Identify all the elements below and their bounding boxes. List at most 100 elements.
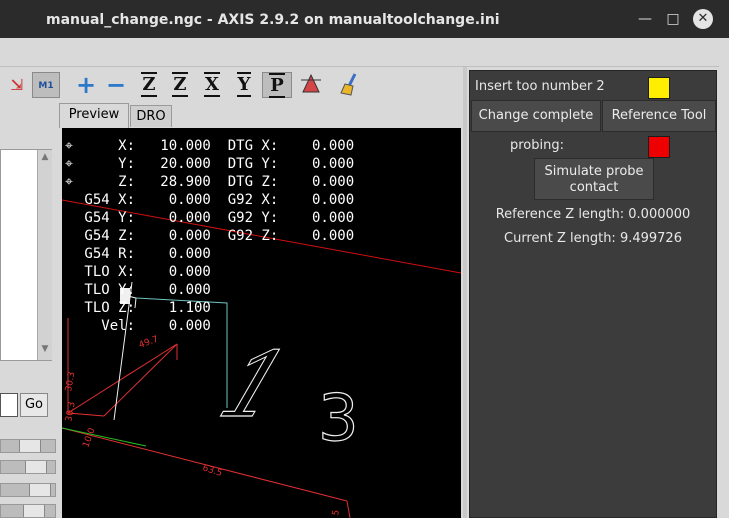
mdi-input[interactable] xyxy=(0,393,18,417)
dro-row: G54 X: 0.000 G92 X: 0.000 xyxy=(62,191,354,209)
view-rotated-z-label: Z xyxy=(172,72,188,97)
reference-tool-button[interactable]: Reference Tool xyxy=(602,100,716,132)
probing-label: probing: xyxy=(510,138,564,153)
clear-backplot-icon[interactable] xyxy=(338,72,364,98)
rapid-override-slider[interactable] xyxy=(0,460,56,474)
dro-row: Vel: 0.000 xyxy=(62,317,354,335)
dro-text: X: 10.000 DTG X: 0.000 xyxy=(76,138,355,154)
change-complete-button[interactable]: Change complete xyxy=(471,100,601,132)
dro-spacer xyxy=(62,227,76,245)
tab-preview[interactable]: Preview xyxy=(59,103,129,128)
view-tabs: Preview DRO xyxy=(59,103,463,128)
panel-separator xyxy=(463,67,467,518)
dro-text: G54 X: 0.000 G92 X: 0.000 xyxy=(76,192,355,208)
view-y-label: Y xyxy=(236,72,252,97)
homed-icon: ⌖ xyxy=(65,174,73,190)
dro-text: Y: 20.000 DTG Y: 0.000 xyxy=(76,156,355,172)
optional-stop-icon[interactable]: M1 xyxy=(32,72,60,98)
dro-spacer xyxy=(62,209,76,227)
probing-indicator xyxy=(648,136,670,158)
tool-change-panel: Insert too number 2 Change complete Refe… xyxy=(469,70,717,518)
file-list[interactable]: ▲ ▼ xyxy=(0,149,52,361)
view-perspective-label: P xyxy=(269,73,285,98)
dro-text: G54 R: 0.000 xyxy=(76,246,211,262)
close-icon[interactable]: ✕ xyxy=(693,9,713,29)
dim-label: 5 xyxy=(331,509,342,516)
homed-icon: ⌖ xyxy=(65,138,73,154)
dro-row: G54 Y: 0.000 G92 Y: 0.000 xyxy=(62,209,354,227)
dro-text: TLO X: 0.000 xyxy=(76,264,211,280)
view-perspective-icon[interactable]: P xyxy=(262,72,292,98)
tool-cone-icon xyxy=(301,73,321,93)
glyph-3: 3 xyxy=(318,382,359,456)
dro-row: ⌖ X: 10.000 DTG X: 0.000 xyxy=(62,137,354,155)
view-z-icon[interactable]: Z xyxy=(136,72,162,98)
dro-spacer xyxy=(62,263,76,281)
feed-override-slider[interactable] xyxy=(0,439,56,453)
dro-row: G54 R: 0.000 xyxy=(62,245,354,263)
homed-icon: ⌖ xyxy=(65,156,73,172)
edit-toggle-icon[interactable]: ⇲ xyxy=(4,72,30,98)
dro-text: Z: 28.900 DTG Z: 0.000 xyxy=(76,174,355,190)
dro-spacer xyxy=(62,281,76,299)
dro-row: TLO Y: 0.000 xyxy=(62,281,354,299)
jog-speed-slider[interactable] xyxy=(0,504,56,518)
dro-spacer xyxy=(62,299,76,317)
view-y-icon[interactable]: Y xyxy=(231,72,257,98)
slider-knob[interactable] xyxy=(25,461,47,473)
dro-row: ⌖ Y: 20.000 DTG Y: 0.000 xyxy=(62,155,354,173)
simulate-probe-button[interactable]: Simulate probe contact xyxy=(534,158,654,200)
window-title: manual_change.ngc - AXIS 2.9.2 on manual… xyxy=(46,12,500,28)
current-z-length: Current Z length: 9.499726 xyxy=(504,231,682,246)
dro-row: ⌖ Z: 28.900 DTG Z: 0.000 xyxy=(62,173,354,191)
window-edge xyxy=(719,66,729,518)
view-x-icon[interactable]: X xyxy=(199,72,225,98)
glyph-1: 1 xyxy=(195,333,313,438)
dro-row: TLO Z: 1.100 xyxy=(62,299,354,317)
dim-label: 30.3 xyxy=(64,401,77,422)
maximize-icon[interactable]: □ xyxy=(663,9,683,29)
menu-bar xyxy=(0,38,729,67)
insert-tool-label: Insert too number 2 xyxy=(475,79,605,94)
x-axis-line xyxy=(62,427,147,447)
dro-text: TLO Z: 1.100 xyxy=(76,300,211,316)
go-button[interactable]: Go xyxy=(20,393,48,417)
scroll-down-icon[interactable]: ▼ xyxy=(39,344,51,354)
preview-viewport[interactable]: 1 3 30.3 30.3 49.7 63.5 10.0 5 ⌖ X: 10.0… xyxy=(62,128,461,518)
broom-icon xyxy=(340,73,357,96)
slider-knob[interactable] xyxy=(23,505,45,517)
dro-text: TLO Y: 0.000 xyxy=(76,282,211,298)
list-scrollbar[interactable]: ▲ ▼ xyxy=(37,150,52,360)
dro-text: G54 Z: 0.000 G92 Z: 0.000 xyxy=(76,228,355,244)
title-bar: manual_change.ngc - AXIS 2.9.2 on manual… xyxy=(0,0,729,38)
reference-z-length: Reference Z length: 0.000000 xyxy=(495,207,691,222)
zoom-in-icon[interactable]: + xyxy=(73,72,99,98)
dim-label: 63.5 xyxy=(201,463,223,479)
view-x-label: X xyxy=(204,72,220,97)
dro-row: TLO X: 0.000 xyxy=(62,263,354,281)
dim-label: 30.3 xyxy=(64,371,77,392)
minimize-icon[interactable]: — xyxy=(635,9,655,29)
view-rotated-z-icon[interactable]: Z xyxy=(167,72,193,98)
slider-knob[interactable] xyxy=(29,484,51,496)
dro-spacer xyxy=(62,191,76,209)
dim-label: 10.0 xyxy=(81,427,97,450)
scroll-up-icon[interactable]: ▲ xyxy=(39,152,51,162)
toggle-tool-icon[interactable] xyxy=(298,72,324,98)
dro-spacer xyxy=(62,317,76,335)
slider-knob[interactable] xyxy=(19,440,41,452)
toolbar: ⇲ M1 + − Z Z X Y P xyxy=(0,67,466,103)
left-panel: ▲ ▼ Go xyxy=(0,103,58,518)
spindle-override-slider[interactable] xyxy=(0,483,56,497)
optional-stop-label: M1 xyxy=(38,81,54,91)
dim-label: 49.7 xyxy=(138,335,160,351)
dro-text: G54 Y: 0.000 G92 Y: 0.000 xyxy=(76,210,355,226)
dro-readout: ⌖ X: 10.000 DTG X: 0.000 ⌖ Y: 20.000 DTG … xyxy=(62,137,354,335)
insert-tool-indicator xyxy=(648,77,670,99)
dro-row: G54 Z: 0.000 G92 Z: 0.000 xyxy=(62,227,354,245)
view-z-label: Z xyxy=(141,72,157,97)
tab-dro[interactable]: DRO xyxy=(130,105,172,127)
zoom-out-icon[interactable]: − xyxy=(103,72,129,98)
dro-spacer xyxy=(62,245,76,263)
dro-text: Vel: 0.000 xyxy=(76,318,211,334)
